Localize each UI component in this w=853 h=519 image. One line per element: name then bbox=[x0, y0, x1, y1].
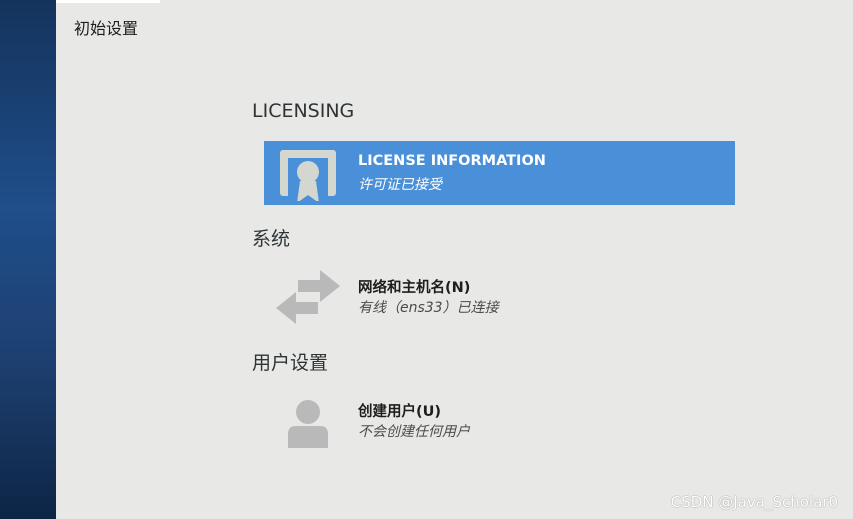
spoke-create-user[interactable]: 创建用户(U) 不会创建任何用户 bbox=[264, 388, 735, 452]
certificate-icon bbox=[276, 145, 340, 203]
spoke-network-hostname[interactable]: 网络和主机名(N) 有线（ens33）已连接 bbox=[264, 264, 735, 328]
watermark: CSDN @Java_Scholar0 bbox=[670, 493, 838, 511]
spoke-status: 许可证已接受 bbox=[358, 177, 442, 193]
page-title: 初始设置 bbox=[74, 19, 139, 38]
section-heading-licensing: LICENSING bbox=[252, 100, 355, 122]
section-heading-user-settings: 用户设置 bbox=[252, 352, 329, 374]
spoke-title: 创建用户(U) bbox=[358, 404, 442, 420]
user-icon bbox=[276, 392, 340, 452]
spoke-status: 不会创建任何用户 bbox=[358, 424, 470, 440]
sidebar-strip bbox=[0, 0, 56, 519]
section-heading-system: 系统 bbox=[252, 228, 291, 250]
spoke-license-information[interactable]: LICENSE INFORMATION 许可证已接受 bbox=[264, 141, 735, 205]
spoke-title: LICENSE INFORMATION bbox=[358, 153, 546, 169]
spoke-title: 网络和主机名(N) bbox=[358, 280, 471, 296]
network-arrows-icon bbox=[276, 268, 340, 324]
spoke-status: 有线（ens33）已连接 bbox=[358, 300, 499, 316]
title-underline bbox=[56, 0, 160, 3]
